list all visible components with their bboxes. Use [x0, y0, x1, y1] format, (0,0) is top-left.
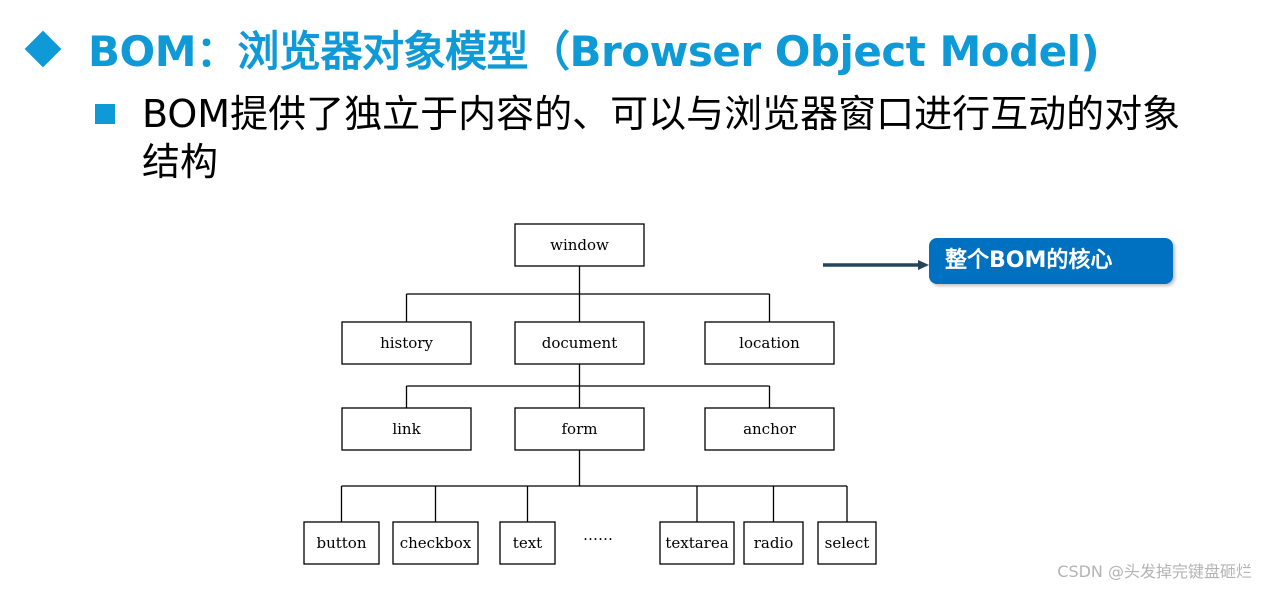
node-form: form	[514, 407, 645, 451]
node-label: link	[392, 420, 421, 438]
node-label: text	[513, 534, 542, 552]
node-label: anchor	[743, 420, 797, 438]
node-label: ……	[583, 526, 613, 544]
node-text: text	[499, 521, 556, 565]
edge-document-children	[405, 364, 771, 408]
core-callout: 整个BOM的核心	[929, 238, 1173, 284]
node-label: location	[739, 334, 800, 352]
bom-tree-diagram: window history document location link form anc…	[303, 223, 929, 565]
callout-arrow	[823, 260, 929, 270]
node-label: checkbox	[400, 534, 472, 552]
node-label: button	[316, 534, 366, 552]
node-radio: radio	[743, 521, 804, 565]
node-link: link	[341, 407, 472, 451]
node-label: textarea	[665, 534, 728, 552]
node-window: window	[514, 223, 645, 267]
node-anchor: anchor	[704, 407, 835, 451]
node-label: history	[380, 334, 433, 352]
node-history: history	[341, 321, 472, 365]
node-location: location	[704, 321, 835, 365]
edge-form-children	[340, 450, 848, 522]
node-label: form	[562, 420, 598, 438]
node-button: button	[303, 521, 380, 565]
edge-window-children	[405, 266, 771, 322]
node-checkbox: checkbox	[392, 521, 479, 565]
node-label: document	[542, 334, 617, 352]
node-label: radio	[754, 534, 794, 552]
watermark: CSDN @头发掉完键盘砸烂	[1057, 562, 1252, 581]
node-label: window	[550, 236, 609, 254]
node-ellipsis: ……	[583, 526, 613, 544]
node-document: document	[514, 321, 645, 365]
node-select: select	[817, 521, 877, 565]
node-label: select	[825, 534, 870, 552]
node-textarea: textarea	[659, 521, 735, 565]
